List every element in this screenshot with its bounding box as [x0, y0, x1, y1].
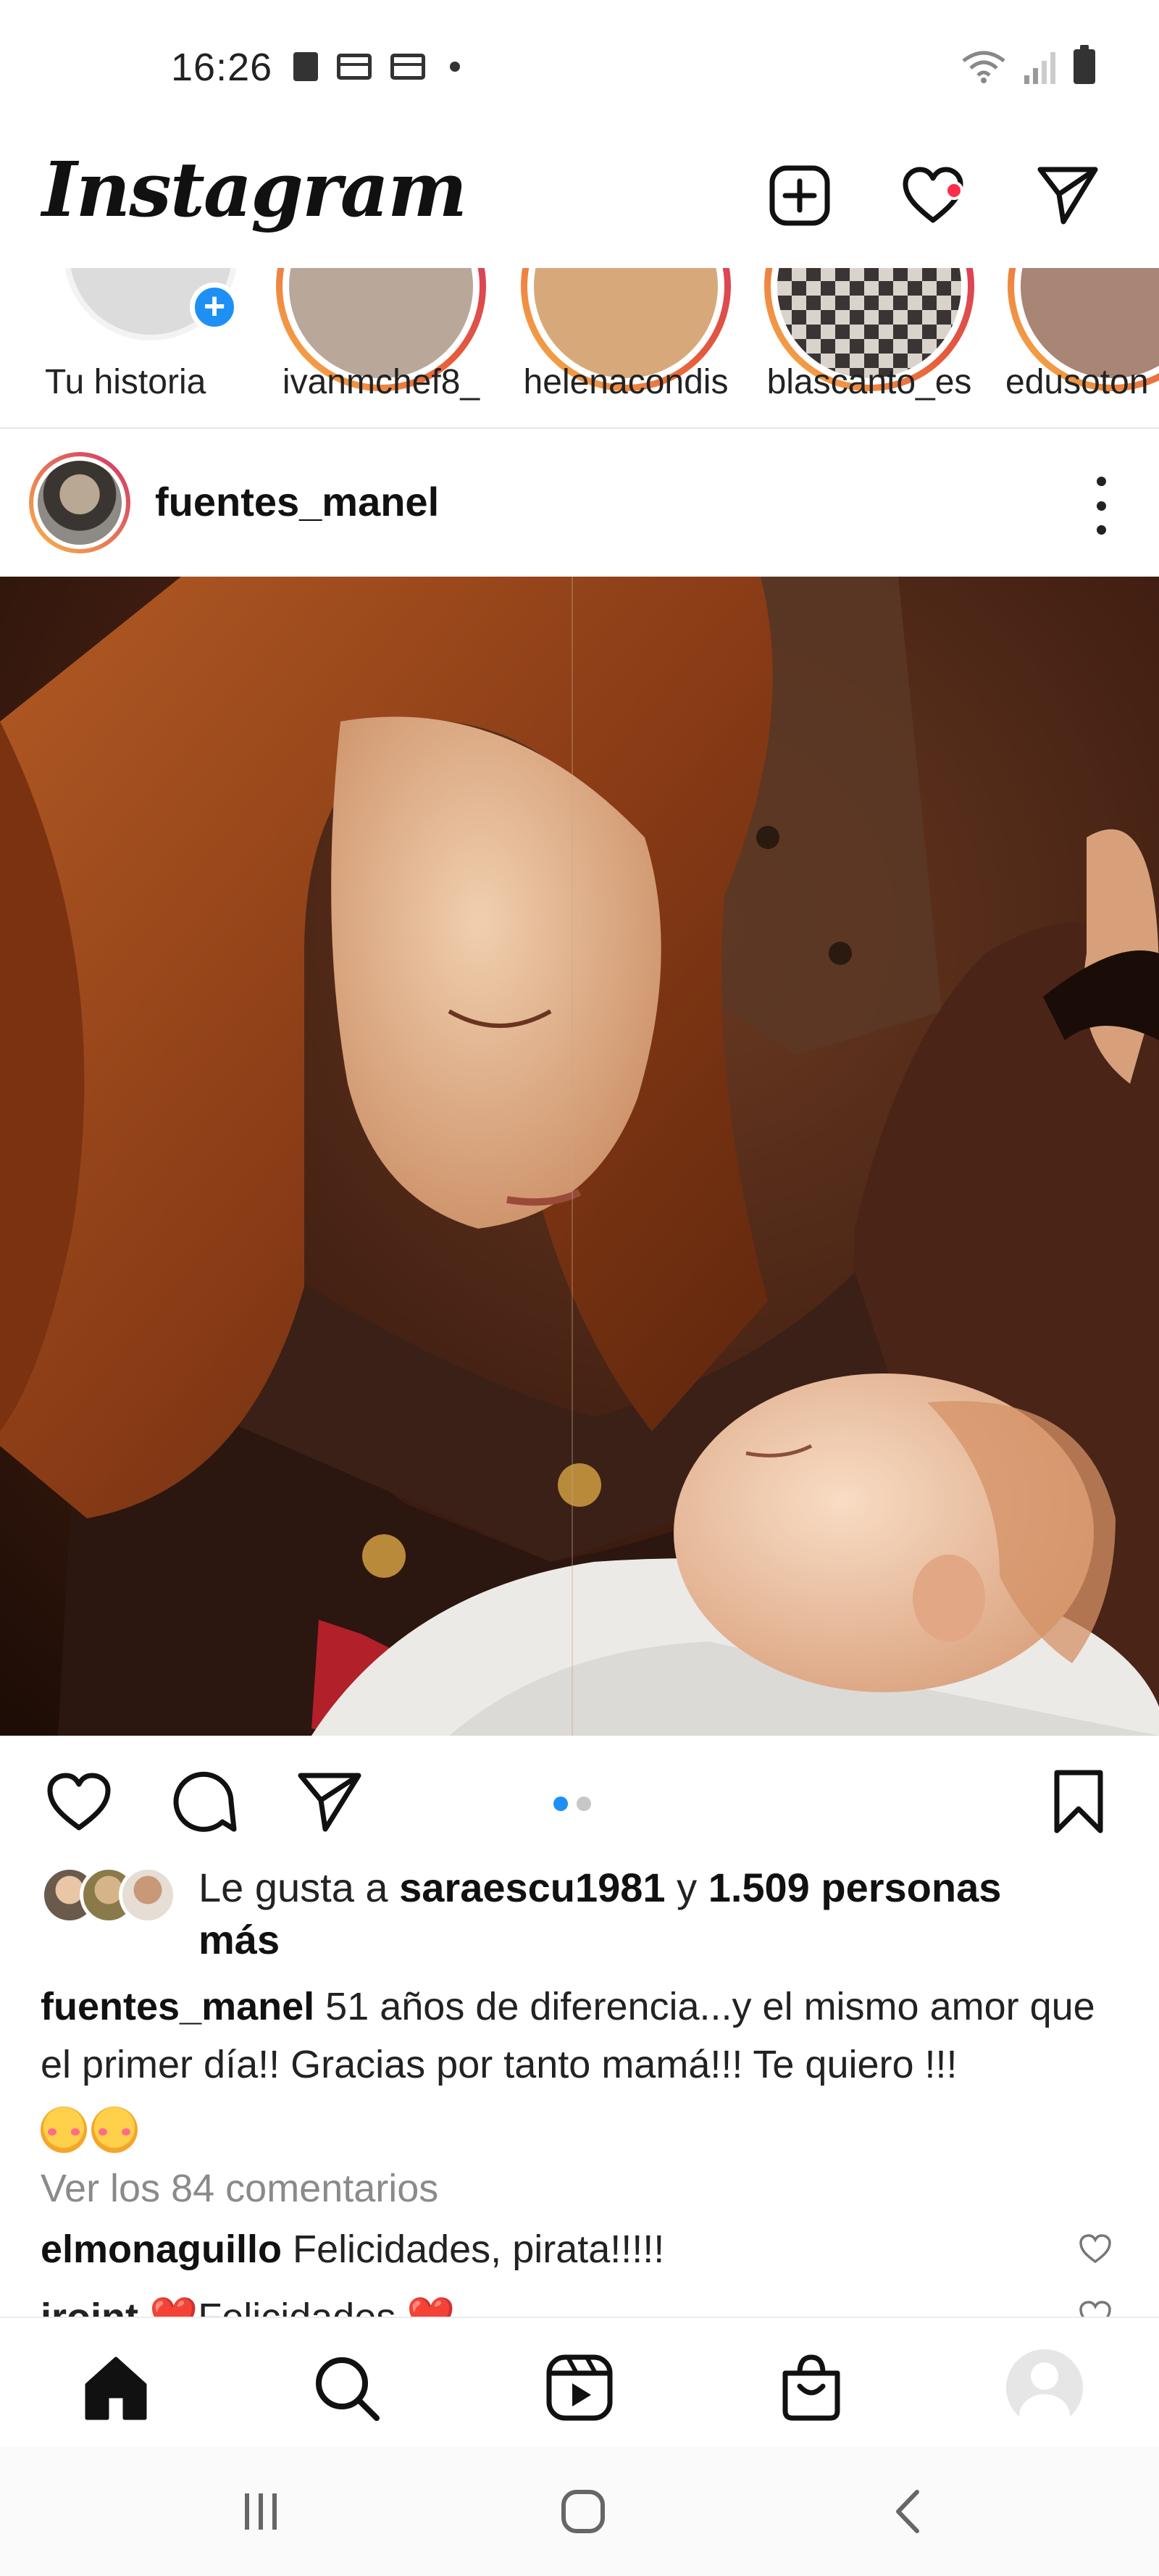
back-button[interactable] [869, 2479, 949, 2544]
bookmark-icon [1054, 1770, 1103, 1833]
nav-shop-button[interactable] [768, 2344, 855, 2431]
bottom-navigation [0, 2317, 1159, 2447]
dot-icon [450, 62, 460, 72]
liker-avatars [41, 1866, 178, 1924]
comment-item: elmonaguillo Felicidades, pirata!!!!! [41, 2227, 1098, 2272]
likes-count[interactable]: 1.509 personas [708, 1865, 1002, 1910]
post-author-username[interactable]: fuentes_manel [155, 478, 439, 525]
story-label: helenacondis [523, 363, 729, 401]
caption-username[interactable]: fuentes_manel [41, 1985, 314, 2028]
story-label: edusoton [1005, 363, 1149, 401]
post-author-avatar[interactable] [29, 452, 130, 553]
news-icon [390, 54, 425, 80]
sd-card-icon [293, 52, 318, 81]
likes-summary[interactable]: Le gusta a saraescu1981 y 1.509 personas… [41, 1862, 1127, 1966]
add-post-icon [769, 165, 830, 226]
shop-icon [782, 2354, 840, 2421]
caption-emojis [41, 2098, 1127, 2159]
vintage-photo-mother-baby [0, 577, 1159, 1736]
story-label: blascanto_es [766, 363, 972, 401]
likes-prefix: Le gusta a [198, 1865, 400, 1910]
share-button[interactable] [290, 1762, 369, 1841]
comment-username[interactable]: jroint [41, 2296, 138, 2317]
comment-text: Felicidades, pirata!!!!! [293, 2228, 665, 2271]
direct-message-icon [1037, 167, 1098, 225]
signal-icon [1024, 52, 1055, 84]
likes-text: Le gusta a saraescu1981 y 1.509 personas [198, 1862, 1127, 1914]
home-icon [85, 2357, 147, 2420]
save-button[interactable] [1039, 1762, 1118, 1841]
status-notification-icons [293, 52, 460, 81]
reels-icon [546, 2354, 613, 2421]
carousel-indicator [553, 1797, 591, 1811]
recent-apps-button[interactable] [221, 2479, 301, 2544]
system-navigation-bar [0, 2447, 1159, 2576]
recent-apps-icon [245, 2493, 277, 2530]
direct-message-icon [298, 1773, 361, 1832]
like-button[interactable] [39, 1762, 119, 1841]
likes-count-suffix[interactable]: más [198, 1917, 280, 1962]
activity-button[interactable] [897, 159, 969, 232]
likes-text-line2: más [198, 1914, 1127, 1966]
post-photo[interactable] [0, 577, 1159, 1736]
add-story-icon[interactable]: + [190, 283, 239, 332]
more-dot-icon [1096, 501, 1106, 511]
instagram-logo[interactable]: Instagram [42, 145, 467, 234]
system-home-button[interactable] [543, 2479, 623, 2544]
status-bar: 16:26 [0, 0, 1159, 130]
smiling-face-with-hearts-icon [91, 2106, 138, 2153]
post-header: fuentes_manel [0, 430, 1159, 575]
notification-dot [945, 181, 963, 200]
comment-username[interactable]: elmonaguillo [41, 2228, 282, 2271]
liker-username[interactable]: saraescu1981 [399, 1865, 665, 1910]
direct-messages-button[interactable] [1032, 159, 1104, 232]
comment-icon [173, 1771, 237, 1832]
comment-like-icon[interactable] [1078, 2298, 1113, 2317]
story-helenacondis[interactable]: helenacondis [510, 268, 742, 427]
story-edusoton[interactable]: edusoton [997, 268, 1159, 427]
carousel-dot-active [553, 1797, 568, 1811]
app-header: Instagram [0, 130, 1159, 268]
story-ivanmchef8[interactable]: ivanmchef8_ [265, 268, 497, 427]
more-dot-icon [1096, 477, 1106, 486]
comment-text: ❤️Felicidades ❤️ [149, 2296, 456, 2317]
nav-profile-button[interactable] [1001, 2344, 1088, 2431]
story-label: ivanmchef8_ [282, 363, 480, 401]
story-own[interactable]: + Tu historia [17, 268, 249, 427]
heart-icon [47, 1773, 111, 1831]
story-label: Tu historia [45, 363, 206, 401]
nav-reels-button[interactable] [536, 2344, 623, 2431]
more-dot-icon [1096, 525, 1106, 535]
comment-item-partial: jroint ❤️Felicidades ❤️ [41, 2295, 1098, 2317]
status-system-icons [961, 45, 1095, 84]
view-all-comments-link[interactable]: Ver los 84 comentarios [41, 2166, 438, 2211]
stories-tray[interactable]: + Tu historia ivanmchef8_ helenacondis b… [0, 268, 1159, 429]
comment-like-icon[interactable] [1078, 2231, 1113, 2266]
carousel-dot [577, 1797, 591, 1811]
wifi-icon [962, 51, 1005, 83]
battery-icon [1074, 45, 1095, 84]
home-circle-icon [561, 2490, 605, 2533]
post-caption: fuentes_manel 51 años de diferencia...y … [41, 1978, 1127, 2159]
avatar [119, 1866, 177, 1924]
story-blascanto[interactable]: blascanto_es [753, 268, 985, 427]
profile-avatar [1006, 2349, 1083, 2426]
post-options-button[interactable] [1087, 477, 1116, 535]
status-time: 16:26 [171, 46, 273, 89]
smiling-face-with-hearts-icon [41, 2106, 87, 2153]
nav-search-button[interactable] [303, 2344, 390, 2431]
nav-home-button[interactable] [72, 2344, 159, 2431]
new-post-button[interactable] [763, 159, 836, 232]
post-actions [0, 1736, 1159, 1866]
back-icon [896, 2490, 919, 2533]
likes-connector: y [665, 1865, 708, 1910]
comment-button[interactable] [165, 1762, 245, 1841]
search-icon [316, 2357, 380, 2421]
avatar [38, 461, 122, 545]
news-icon [337, 54, 372, 80]
